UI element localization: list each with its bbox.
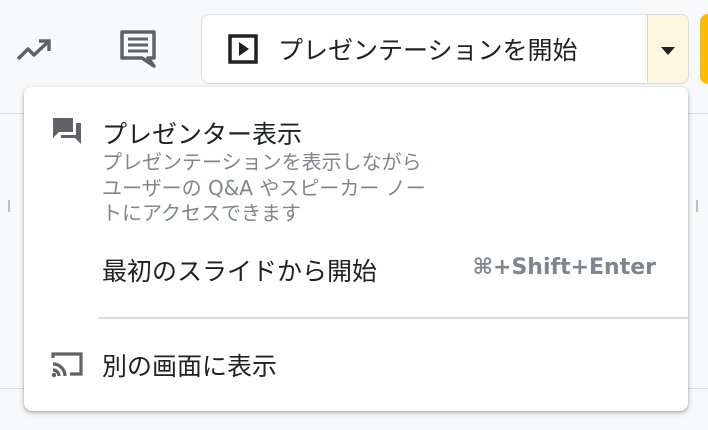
comment-icon[interactable] xyxy=(112,24,164,72)
play-slideshow-icon xyxy=(226,32,260,66)
start-from-beginning-shortcut: ⌘+Shift+Enter xyxy=(472,255,656,280)
present-on-another-screen-title: 別の画面に表示 xyxy=(102,352,278,381)
background-ruler-line xyxy=(688,113,708,114)
background-divider xyxy=(0,388,24,389)
background-divider xyxy=(688,388,708,389)
presenter-view-description-line: ユーザーの Q&A やスピーカー ノー xyxy=(102,176,426,200)
cast-icon xyxy=(50,347,84,381)
menu-divider xyxy=(98,317,688,319)
presenter-view-description-line: プレゼンテーションを表示しながら xyxy=(102,150,422,174)
trending-up-icon[interactable] xyxy=(12,28,56,72)
background-ruler-line xyxy=(0,113,24,114)
presenter-view-title: プレゼンター表示 xyxy=(102,120,303,149)
menu-item-presenter-view[interactable]: プレゼンター表示 プレゼンテーションを表示しながら ユーザーの Q&A やスピー… xyxy=(24,87,688,227)
caret-down-icon xyxy=(661,40,675,59)
ruler-tick xyxy=(8,200,10,212)
ruler-tick xyxy=(696,200,698,212)
presentation-dropdown-menu: プレゼンター表示 プレゼンテーションを表示しながら ユーザーの Q&A やスピー… xyxy=(24,87,688,411)
menu-item-start-from-beginning[interactable]: 最初のスライドから開始 ⌘+Shift+Enter xyxy=(24,237,688,299)
menu-item-present-on-another-screen[interactable]: 別の画面に表示 xyxy=(24,333,688,397)
start-presentation-label: プレゼンテーションを開始 xyxy=(278,36,578,65)
presentation-options-dropdown-button[interactable] xyxy=(647,14,689,84)
start-presentation-button[interactable]: プレゼンテーションを開始 xyxy=(201,14,647,84)
presenter-view-description-line: トにアクセスできます xyxy=(102,201,301,225)
toolbar: プレゼンテーションを開始 xyxy=(0,0,708,84)
presenter-view-icon xyxy=(50,114,84,148)
accent-yellow-edge xyxy=(700,14,708,84)
start-from-beginning-title: 最初のスライドから開始 xyxy=(102,257,378,286)
